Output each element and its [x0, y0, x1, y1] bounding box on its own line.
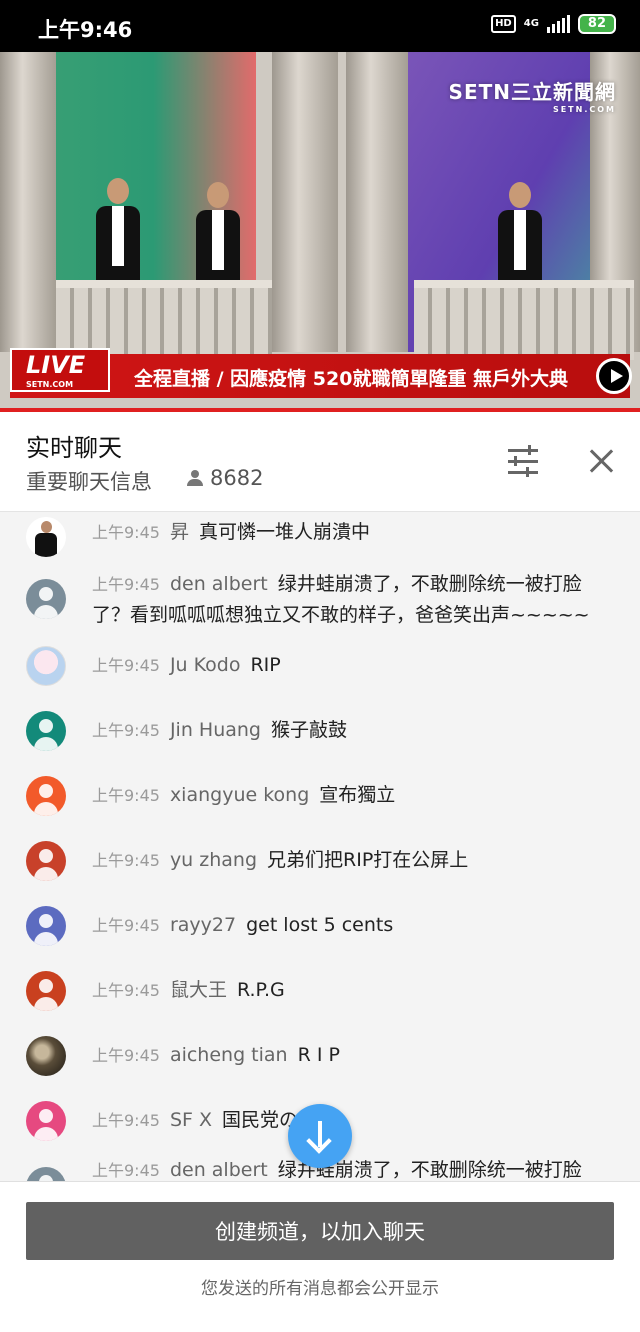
avatar[interactable]	[26, 906, 66, 946]
filter-settings-icon[interactable]	[504, 442, 542, 480]
message-text: 兄弟们把RIP打在公屏上	[267, 849, 469, 871]
close-icon[interactable]	[584, 444, 618, 478]
play-icon[interactable]	[596, 358, 632, 394]
message-author: rayy27	[169, 914, 237, 936]
avatar[interactable]	[26, 1101, 66, 1141]
person-icon	[186, 469, 204, 487]
message-time: 上午9:45	[92, 656, 160, 675]
message-time: 上午9:45	[92, 575, 160, 594]
balcony-railing	[414, 280, 634, 360]
message-time: 上午9:45	[92, 721, 160, 740]
public-notice: 您发送的所有消息都会公开显示	[201, 1279, 439, 1299]
column	[272, 52, 338, 352]
signal-icon	[546, 15, 570, 33]
ticker-text: 全程直播 / 因應疫情 520就職簡單隆重 無戶外大典	[134, 368, 569, 390]
message-text: 猴子敲鼓	[270, 719, 347, 741]
status-bar: 上午9:46 HD 4G 82	[0, 0, 640, 52]
viewer-count: 8682	[186, 466, 263, 490]
message-time: 上午9:45	[92, 786, 160, 805]
chat-mode-selector[interactable]: 重要聊天信息	[26, 466, 152, 496]
avatar[interactable]	[26, 517, 66, 557]
message-time: 上午9:45	[92, 916, 160, 935]
message-time: 上午9:45	[92, 1161, 160, 1180]
message-author: Jin Huang	[169, 719, 261, 741]
avatar[interactable]	[26, 971, 66, 1011]
message-text: 宣布獨立	[319, 784, 396, 806]
chat-header: 实时聊天 重要聊天信息 8682	[0, 412, 640, 512]
message-author: yu zhang	[169, 849, 258, 871]
battery-icon: 82	[577, 14, 616, 34]
message-author: 昇	[169, 521, 189, 543]
message-text: RIP	[250, 654, 281, 676]
message-author: den albert	[169, 1159, 268, 1181]
message-time: 上午9:45	[92, 523, 160, 542]
avatar[interactable]	[26, 711, 66, 751]
message-text: 真可憐一堆人崩潰中	[198, 521, 370, 543]
message-author: xiangyue kong	[169, 784, 310, 806]
message-time: 上午9:45	[92, 981, 160, 1000]
chat-title: 实时聊天	[26, 434, 122, 462]
network-type: 4G	[523, 18, 539, 29]
bottom-panel: 创建频道，以加入聊天 您发送的所有消息都会公开显示	[0, 1181, 640, 1332]
message-time: 上午9:45	[92, 1046, 160, 1065]
avatar[interactable]	[26, 1036, 66, 1076]
message-text: R.P.G	[236, 979, 285, 1001]
avatar[interactable]	[26, 776, 66, 816]
message-author: SF X	[169, 1109, 212, 1131]
message-author: Ju Kodo	[169, 654, 241, 676]
create-channel-button[interactable]: 创建频道，以加入聊天	[26, 1202, 614, 1260]
message-author: den albert	[169, 573, 268, 595]
message-time: 上午9:45	[92, 851, 160, 870]
scroll-to-bottom-button[interactable]	[288, 1104, 352, 1168]
message-author: 鼠大王	[169, 979, 227, 1001]
avatar[interactable]	[26, 646, 66, 686]
column	[346, 52, 408, 352]
column	[0, 52, 56, 352]
chat-message-list[interactable]: 上午9:45 昇真可憐一堆人崩潰中 上午9:45 den albert 绿井蛙崩溃了，…	[0, 513, 640, 1181]
avatar[interactable]	[26, 841, 66, 881]
message-time: 上午9:45	[92, 1111, 160, 1130]
message-text: 绿井蛙崩溃了，不敢删除统一被打脸了？看到呱呱呱想独立又不敢的样子，爸爸笑出声~~…	[92, 573, 590, 626]
hd-icon: HD	[491, 15, 516, 33]
avatar[interactable]	[26, 579, 66, 619]
message-author: aicheng tian	[169, 1044, 288, 1066]
message-text: R I P	[297, 1044, 340, 1066]
video-player[interactable]: SETN三立新聞網 SETN.COM 全程直播 / 因應疫情 520就職簡單隆重…	[0, 52, 640, 412]
status-time: 上午9:46	[38, 18, 133, 42]
channel-logo: SETN三立新聞網 SETN.COM	[448, 80, 616, 114]
live-badge: LIVE SETN.COM	[10, 348, 110, 392]
status-icons: HD 4G 82	[491, 14, 616, 34]
message-text: get lost 5 cents	[246, 914, 394, 936]
avatar[interactable]	[26, 1167, 66, 1181]
